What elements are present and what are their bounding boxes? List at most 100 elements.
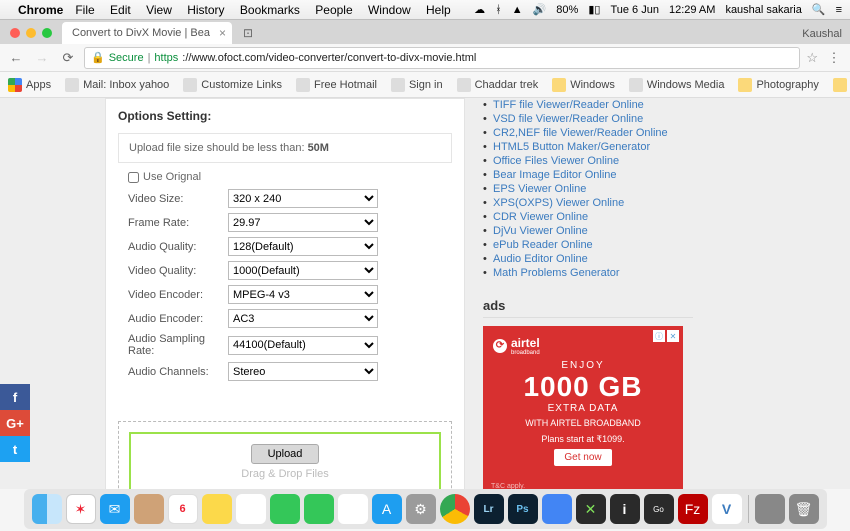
sidebar-link[interactable]: DjVu Viewer Online	[483, 224, 693, 238]
menubar-date[interactable]: Tue 6 Jun	[610, 4, 659, 16]
sidebar-link[interactable]: ePub Reader Online	[483, 238, 693, 252]
dock-sysprefs-icon[interactable]: ⚙	[406, 494, 436, 524]
menu-edit[interactable]: Edit	[110, 3, 131, 17]
menu-bookmarks[interactable]: Bookmarks	[240, 3, 300, 17]
ad-cta-button[interactable]: Get now	[554, 449, 611, 466]
bookmark-item[interactable]: Photography	[738, 78, 818, 92]
bookmark-item[interactable]: Customize Links	[183, 78, 282, 92]
sidebar-link[interactable]: CR2,NEF file Viewer/Reader Online	[483, 126, 693, 140]
chrome-menu-icon[interactable]: ⋮	[824, 50, 844, 66]
menu-people[interactable]: People	[315, 3, 352, 17]
ad-banner[interactable]: ⓘ✕ ⟳airtelbroadband ENJOY 1000 GB EXTRA …	[483, 326, 683, 489]
use-original-checkbox[interactable]	[128, 172, 139, 183]
menu-view[interactable]: View	[146, 3, 172, 17]
dock-downloads-icon[interactable]	[755, 494, 785, 524]
dock-finder-icon[interactable]	[32, 494, 62, 524]
menu-history[interactable]: History	[187, 3, 224, 17]
bookmark-apps[interactable]: Apps	[8, 78, 51, 92]
upload-button[interactable]: Upload	[251, 444, 320, 464]
menu-window[interactable]: Window	[368, 3, 411, 17]
sidebar-link[interactable]: CDR Viewer Online	[483, 210, 693, 224]
drop-zone[interactable]: Upload Drag & Drop Files	[118, 421, 452, 489]
cloud-icon[interactable]: ☁	[474, 3, 485, 16]
browser-tab[interactable]: Convert to DivX Movie | Bea ×	[62, 22, 232, 44]
reload-button[interactable]: ⟳	[58, 50, 78, 66]
dock-notes-icon[interactable]	[202, 494, 232, 524]
dock-reminders-icon[interactable]	[236, 494, 266, 524]
close-window-button[interactable]	[10, 28, 20, 38]
dock-photos-icon[interactable]	[338, 494, 368, 524]
dock-facetime-icon[interactable]	[304, 494, 334, 524]
facebook-share-button[interactable]: f	[0, 384, 30, 410]
bluetooth-icon[interactable]: ᚼ	[495, 4, 502, 16]
dock-mail-icon[interactable]: ✉	[100, 494, 130, 524]
dock-trash-icon[interactable]: 🗑	[789, 494, 819, 524]
mac-dock: ✶ ✉ 6 A ⚙ Lr Ps ✕ i Go Fz V 🗑	[0, 489, 850, 531]
video-size-select[interactable]: 320 x 240	[228, 189, 378, 208]
volume-icon[interactable]: 🔊	[533, 3, 547, 16]
bookmark-item[interactable]: Mail: Inbox yahoo	[65, 78, 169, 92]
sidebar-link[interactable]: VSD file Viewer/Reader Online	[483, 112, 693, 126]
video-quality-select[interactable]: 1000(Default)	[228, 261, 378, 280]
menubar-time[interactable]: 12:29 AM	[669, 4, 715, 16]
dock-calendar-icon[interactable]: 6	[168, 494, 198, 524]
sidebar-link[interactable]: HTML5 Button Maker/Generator	[483, 140, 693, 154]
sidebar-link[interactable]: TIFF file Viewer/Reader Online	[483, 98, 693, 112]
bookmark-item[interactable]: Windows Media	[629, 78, 725, 92]
dock-app-icon[interactable]: i	[610, 494, 640, 524]
menu-help[interactable]: Help	[426, 3, 451, 17]
adchoices-icon[interactable]: ⓘ	[653, 330, 665, 342]
dock-app-icon[interactable]: ✕	[576, 494, 606, 524]
dock-safari-icon[interactable]: ✶	[66, 494, 96, 524]
sidebar-link[interactable]: Bear Image Editor Online	[483, 168, 693, 182]
dock-filezilla-icon[interactable]: Fz	[678, 494, 708, 524]
dock-chrome-icon[interactable]	[440, 494, 470, 524]
frame-rate-select[interactable]: 29.97	[228, 213, 378, 232]
dock-gopro-icon[interactable]: Go	[644, 494, 674, 524]
twitter-share-button[interactable]: t	[0, 436, 30, 462]
battery-icon[interactable]: ▮▯	[588, 3, 600, 16]
dock-photoshop-icon[interactable]: Ps	[508, 494, 538, 524]
dock-app-icon[interactable]: V	[712, 494, 742, 524]
audio-sampling-select[interactable]: 44100(Default)	[228, 336, 378, 355]
dock-lightroom-icon[interactable]: Lr	[474, 494, 504, 524]
dock-appstore-icon[interactable]: A	[372, 494, 402, 524]
address-bar[interactable]: 🔒 Secure | https://www.ofoct.com/video-c…	[84, 47, 800, 69]
bookmark-item[interactable]: Chaddar trek	[457, 78, 539, 92]
battery-percent[interactable]: 80%	[556, 4, 578, 16]
bookmark-item[interactable]: Sign in	[391, 78, 443, 92]
wifi-icon[interactable]: ▲	[512, 4, 523, 16]
ad-sub: EXTRA DATA	[493, 403, 673, 414]
minimize-window-button[interactable]	[26, 28, 36, 38]
fullscreen-window-button[interactable]	[42, 28, 52, 38]
sidebar-link[interactable]: Audio Editor Online	[483, 252, 693, 266]
dock-contacts-icon[interactable]	[134, 494, 164, 524]
sidebar-link[interactable]: Office Files Viewer Online	[483, 154, 693, 168]
profile-label[interactable]: Kaushal	[802, 28, 842, 40]
ad-close-icon[interactable]: ✕	[667, 330, 679, 342]
audio-encoder-select[interactable]: AC3	[228, 309, 378, 328]
audio-channels-label: Audio Channels:	[128, 366, 228, 378]
audio-quality-select[interactable]: 128(Default)	[228, 237, 378, 256]
menubar-app-name[interactable]: Chrome	[18, 3, 63, 17]
bookmark-item[interactable]: Windows	[552, 78, 615, 92]
new-tab-button[interactable]: ⊡	[238, 26, 258, 40]
dock-messages-icon[interactable]	[270, 494, 300, 524]
menubar-user[interactable]: kaushal sakaria	[725, 4, 801, 16]
googleplus-share-button[interactable]: G+	[0, 410, 30, 436]
hamburger-icon[interactable]: ≡	[836, 4, 842, 16]
menu-file[interactable]: File	[75, 3, 94, 17]
chrome-toolbar: ← → ⟳ 🔒 Secure | https://www.ofoct.com/v…	[0, 44, 850, 72]
video-encoder-select[interactable]: MPEG-4 v3	[228, 285, 378, 304]
sidebar-link[interactable]: EPS Viewer Online	[483, 182, 693, 196]
spotlight-icon[interactable]: 🔍	[812, 3, 826, 16]
close-tab-icon[interactable]: ×	[219, 26, 226, 40]
back-button[interactable]: ←	[6, 50, 26, 65]
sidebar-link[interactable]: Math Problems Generator	[483, 266, 693, 280]
sidebar-link[interactable]: XPS(OXPS) Viewer Online	[483, 196, 693, 210]
bookmark-star-icon[interactable]: ☆	[806, 50, 818, 66]
dock-docs-icon[interactable]	[542, 494, 572, 524]
bookmark-item[interactable]: Imported From IE	[833, 78, 850, 92]
bookmark-item[interactable]: Free Hotmail	[296, 78, 377, 92]
audio-channels-select[interactable]: Stereo	[228, 362, 378, 381]
